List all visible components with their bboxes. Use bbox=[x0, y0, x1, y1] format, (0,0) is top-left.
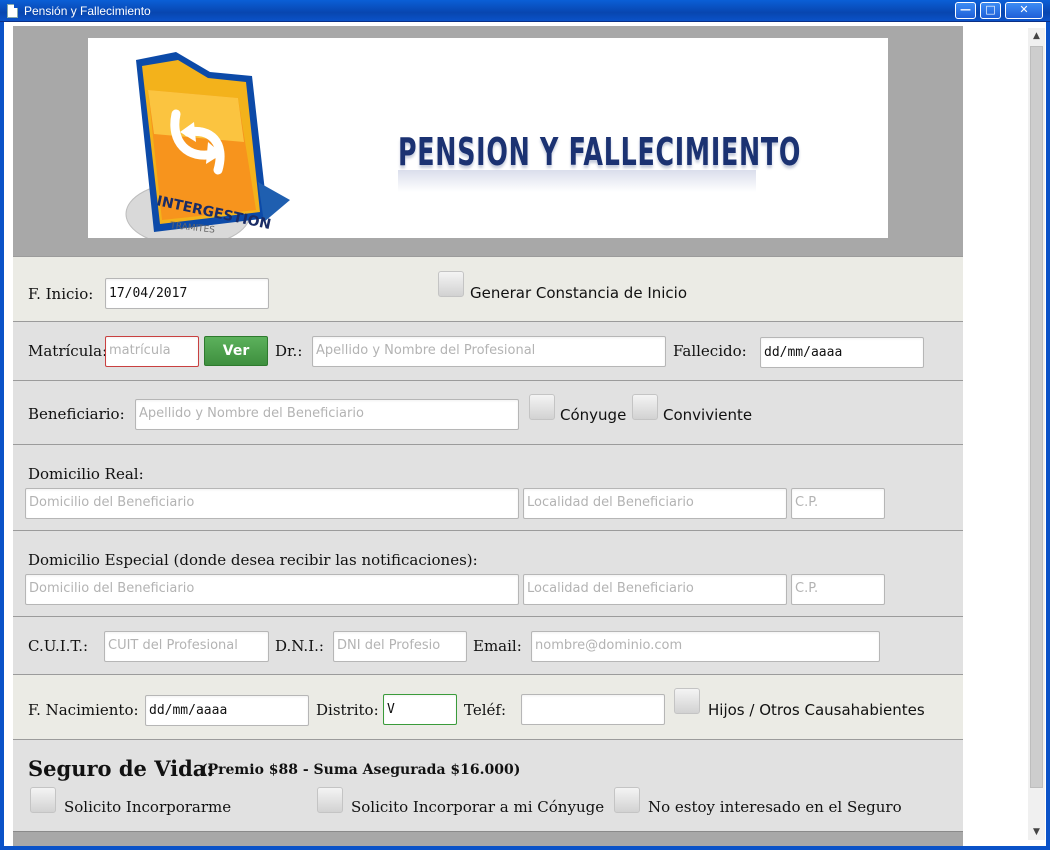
banner-title-reflection bbox=[398, 170, 756, 192]
distrito-input[interactable]: V bbox=[383, 694, 457, 725]
ver-button[interactable]: Ver bbox=[204, 336, 268, 366]
banner-title: PENSION Y FALLECIMIENTO bbox=[398, 130, 802, 174]
domicilio-real-input[interactable]: Domicilio del Beneficiario bbox=[25, 488, 519, 519]
vertical-scrollbar[interactable]: ▲ ▼ bbox=[1028, 28, 1045, 840]
window-title: Pensión y Fallecimiento bbox=[24, 4, 151, 18]
email-input[interactable]: nombre@dominio.com bbox=[531, 631, 880, 662]
row-cuit: C.U.I.T.: CUIT del Profesional D.N.I.: D… bbox=[13, 616, 963, 674]
seguro-opt2-checkbox[interactable] bbox=[317, 787, 343, 813]
email-label: Email: bbox=[473, 637, 522, 655]
row-beneficiario: Beneficiario: Apellido y Nombre del Bene… bbox=[13, 380, 963, 444]
dr-input[interactable]: Apellido y Nombre del Profesional bbox=[312, 336, 666, 367]
banner-area: INTERGESTION TRAMITES PENSION Y FALLECIM… bbox=[13, 26, 963, 256]
window-client-area: INTERGESTION TRAMITES PENSION Y FALLECIM… bbox=[4, 22, 1046, 846]
hijos-label: Hijos / Otros Causahabientes bbox=[708, 701, 925, 719]
window-title-bar[interactable]: Pensión y Fallecimiento — □ ✕ bbox=[0, 0, 1050, 22]
inicio-date-input[interactable]: 17/04/2017 bbox=[105, 278, 269, 309]
seguro-title: Seguro de Vida: bbox=[28, 756, 215, 781]
cp-especial-input[interactable]: C.P. bbox=[791, 574, 885, 605]
row-domicilio-real: Domicilio Real: Domicilio del Beneficiar… bbox=[13, 444, 963, 530]
seguro-opt3-label: No estoy interesado en el Seguro bbox=[648, 798, 902, 816]
conyuge-checkbox[interactable] bbox=[529, 394, 555, 420]
conviviente-label: Conviviente bbox=[663, 406, 753, 424]
inicio-label: F. Inicio: bbox=[28, 285, 94, 303]
fallecido-label: Fallecido: bbox=[673, 342, 747, 360]
window-frame-right bbox=[1046, 22, 1050, 850]
fallecido-date-input[interactable]: dd/mm/aaaa bbox=[760, 337, 924, 368]
dr-label: Dr.: bbox=[275, 342, 303, 360]
localidad-especial-input[interactable]: Localidad del Beneficiario bbox=[523, 574, 787, 605]
row-seguro: Seguro de Vida: (Premio $88 - Suma Asegu… bbox=[13, 739, 963, 831]
seguro-opt2-label: Solicito Incorporar a mi Cónyuge bbox=[351, 798, 605, 816]
row-nacimiento: F. Nacimiento: dd/mm/aaaa Distrito: V Te… bbox=[13, 674, 963, 739]
document-icon bbox=[7, 4, 18, 18]
matricula-label: Matrícula: bbox=[28, 342, 108, 360]
cp-real-input[interactable]: C.P. bbox=[791, 488, 885, 519]
seguro-subtitle: (Premio $88 - Suma Asegurada $16.000) bbox=[201, 762, 521, 778]
form-footer-bar bbox=[13, 831, 963, 846]
row-inicio: F. Inicio: 17/04/2017 Generar Constancia… bbox=[13, 256, 963, 321]
telefono-label: Teléf: bbox=[464, 701, 506, 719]
banner: INTERGESTION TRAMITES PENSION Y FALLECIM… bbox=[88, 38, 888, 238]
dni-input[interactable]: DNI del Profesio bbox=[333, 631, 467, 662]
constancia-label: Generar Constancia de Inicio bbox=[470, 284, 688, 302]
seguro-opt1-label: Solicito Incorporarme bbox=[64, 798, 232, 816]
telefono-input[interactable] bbox=[521, 694, 665, 725]
seguro-opt3-checkbox[interactable] bbox=[614, 787, 640, 813]
scroll-thumb[interactable] bbox=[1030, 46, 1043, 788]
seguro-opt1-checkbox[interactable] bbox=[30, 787, 56, 813]
domicilio-especial-label: Domicilio Especial (donde desea recibir … bbox=[28, 551, 478, 569]
distrito-label: Distrito: bbox=[316, 701, 379, 719]
localidad-real-input[interactable]: Localidad del Beneficiario bbox=[523, 488, 787, 519]
matricula-input[interactable]: matrícula bbox=[105, 336, 199, 367]
dni-label: D.N.I.: bbox=[275, 637, 324, 655]
conyuge-label: Cónyuge bbox=[560, 406, 627, 424]
scroll-up-arrow-icon[interactable]: ▲ bbox=[1028, 28, 1045, 44]
hijos-checkbox[interactable] bbox=[674, 688, 700, 714]
scroll-down-arrow-icon[interactable]: ▼ bbox=[1028, 824, 1045, 840]
minimize-button[interactable]: — bbox=[955, 2, 976, 19]
domicilio-real-label: Domicilio Real: bbox=[28, 465, 144, 483]
nacimiento-label: F. Nacimiento: bbox=[28, 701, 139, 719]
cuit-input[interactable]: CUIT del Profesional bbox=[104, 631, 269, 662]
window-frame-bottom bbox=[0, 846, 1050, 850]
intergestion-logo: INTERGESTION TRAMITES bbox=[125, 52, 290, 238]
close-button[interactable]: ✕ bbox=[1005, 2, 1043, 19]
nacimiento-date-input[interactable]: dd/mm/aaaa bbox=[145, 695, 309, 726]
form-page: INTERGESTION TRAMITES PENSION Y FALLECIM… bbox=[13, 26, 963, 846]
beneficiario-label: Beneficiario: bbox=[28, 405, 125, 423]
cuit-label: C.U.I.T.: bbox=[28, 637, 89, 655]
row-matricula: Matrícula: matrícula Ver Dr.: Apellido y… bbox=[13, 321, 963, 380]
constancia-checkbox[interactable] bbox=[438, 271, 464, 297]
maximize-button[interactable]: □ bbox=[980, 2, 1001, 19]
beneficiario-input[interactable]: Apellido y Nombre del Beneficiario bbox=[135, 399, 519, 430]
domicilio-especial-input[interactable]: Domicilio del Beneficiario bbox=[25, 574, 519, 605]
conviviente-checkbox[interactable] bbox=[632, 394, 658, 420]
row-domicilio-especial: Domicilio Especial (donde desea recibir … bbox=[13, 530, 963, 616]
